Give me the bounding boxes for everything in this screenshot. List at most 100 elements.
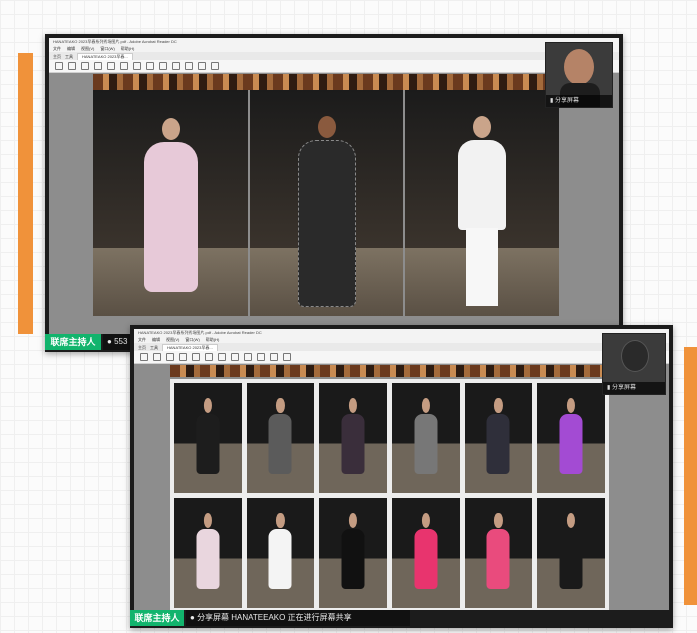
print-icon[interactable] — [153, 353, 161, 361]
page-down-icon[interactable] — [205, 353, 213, 361]
look-garment — [414, 413, 438, 475]
page-down-icon[interactable] — [120, 62, 128, 70]
menu-file[interactable]: 文件 — [138, 337, 146, 343]
look-thumbnail — [464, 383, 533, 493]
camera-label-text: 分享屏幕 — [611, 385, 636, 391]
look-garment — [268, 413, 292, 475]
microphone-icon: ● — [107, 337, 112, 346]
look-model-head — [203, 398, 212, 413]
menu-view[interactable]: 视图(V) — [166, 337, 179, 343]
mail-icon[interactable] — [81, 62, 89, 70]
document-page-area — [49, 74, 619, 334]
look-thumbnail — [392, 498, 460, 608]
look-thumbnail — [319, 383, 387, 493]
menu-help[interactable]: 帮助(H) — [121, 46, 135, 52]
look-model-head — [567, 398, 576, 413]
look-thumbnail — [392, 383, 460, 493]
hand-tool-icon[interactable] — [231, 353, 239, 361]
look-garment — [196, 413, 220, 475]
zoom-in-icon[interactable] — [172, 62, 180, 70]
look-thumbnail — [319, 498, 387, 608]
look-thumbnail — [246, 383, 315, 493]
hand-tool-icon[interactable] — [146, 62, 154, 70]
comment-icon[interactable] — [198, 62, 206, 70]
share-status-text: 分享屏幕 HANATEEAKO 正在进行屏幕共享 — [197, 613, 352, 622]
look-garment — [559, 528, 583, 590]
tab-document[interactable]: HANATEAKO 2023早春... — [77, 53, 133, 60]
pdf-viewer: HANATEAKO 2023早春系列秀场图片.pdf - Adobe Acrob… — [49, 38, 619, 334]
runway-look — [143, 142, 198, 292]
fit-page-icon[interactable] — [185, 62, 193, 70]
look-model-head — [494, 513, 503, 528]
look-thumbnail — [174, 498, 242, 608]
host-badge: 联席主持人 — [130, 610, 184, 626]
runway-photo-1 — [93, 90, 248, 316]
window-title: HANATEAKO 2023早春系列秀场图片.pdf - Adobe Acrob… — [134, 329, 669, 337]
pdf-viewer: HANATEAKO 2023早春系列秀场图片.pdf - Adobe Acrob… — [134, 329, 669, 610]
toolbar — [49, 60, 619, 73]
camera-label-text: 分享屏幕 — [554, 98, 579, 104]
host-badge: 联席主持人 — [45, 334, 101, 350]
menu-window[interactable]: 窗口(W) — [100, 46, 114, 52]
fit-page-icon[interactable] — [270, 353, 278, 361]
menu-edit[interactable]: 编辑 — [152, 337, 160, 343]
look-grid — [174, 383, 605, 608]
select-tool-icon[interactable] — [218, 353, 226, 361]
share-status-bar: ● 分享屏幕 HANATEEAKO 正在进行屏幕共享 — [186, 610, 410, 626]
save-icon[interactable] — [55, 62, 63, 70]
page-up-icon[interactable] — [107, 62, 115, 70]
look-thumbnail — [174, 383, 242, 493]
look-model-head — [494, 398, 503, 413]
look-thumbnail — [464, 498, 533, 608]
page-up-icon[interactable] — [192, 353, 200, 361]
look-model-head — [421, 513, 430, 528]
menu-file[interactable]: 文件 — [53, 46, 61, 52]
accent-bar-left — [18, 53, 33, 334]
tab-row: 主页 工具 HANATEAKO 2023早春... — [134, 343, 669, 351]
zoom-out-icon[interactable] — [159, 62, 167, 70]
look-garment — [486, 528, 510, 590]
look-garment — [268, 528, 292, 590]
decorative-strip — [170, 365, 609, 377]
look-garment — [414, 528, 438, 590]
runway-photo-3 — [405, 90, 559, 316]
camera-label: ▮ 分享屏幕 — [546, 95, 612, 107]
look-model-head — [276, 398, 285, 413]
save-icon[interactable] — [140, 353, 148, 361]
tab-home[interactable]: 主页 — [138, 345, 146, 351]
camera-thumbnail[interactable]: ▮ 分享屏幕 — [545, 42, 613, 108]
share-status-text: 553 — [114, 337, 128, 346]
comment-icon[interactable] — [283, 353, 291, 361]
screenshare-window-back: HANATEAKO 2023早春系列秀场图片.pdf - Adobe Acrob… — [45, 34, 623, 352]
accent-bar-right — [684, 347, 697, 605]
menu-view[interactable]: 视图(V) — [81, 46, 94, 52]
menu-window[interactable]: 窗口(W) — [185, 337, 199, 343]
look-model-head — [421, 398, 430, 413]
camera-label: ▮ 分享屏幕 — [603, 382, 665, 394]
runway-photo-2 — [250, 90, 403, 316]
tab-row: 主页 工具 HANATEAKO 2023早春... — [49, 52, 619, 60]
highlight-icon[interactable] — [211, 62, 219, 70]
decorative-strip — [93, 74, 575, 90]
search-icon[interactable] — [94, 62, 102, 70]
zoom-in-icon[interactable] — [257, 353, 265, 361]
look-model-head — [567, 513, 576, 528]
camera-thumbnail[interactable]: ▮ 分享屏幕 — [602, 333, 666, 395]
menu-edit[interactable]: 编辑 — [67, 46, 75, 52]
look-model-head — [276, 513, 285, 528]
look-garment — [341, 413, 365, 475]
print-icon[interactable] — [68, 62, 76, 70]
tab-home[interactable]: 主页 — [53, 54, 61, 60]
zoom-out-icon[interactable] — [244, 353, 252, 361]
mail-icon[interactable] — [166, 353, 174, 361]
tab-document[interactable]: HANATEAKO 2023早春... — [162, 344, 218, 351]
select-tool-icon[interactable] — [133, 62, 141, 70]
document-page-area — [134, 365, 669, 610]
look-thumbnail — [537, 383, 605, 493]
menu-help[interactable]: 帮助(H) — [206, 337, 220, 343]
toolbar — [134, 351, 669, 364]
tab-tools[interactable]: 工具 — [150, 345, 158, 351]
tab-tools[interactable]: 工具 — [65, 54, 73, 60]
search-icon[interactable] — [179, 353, 187, 361]
look-model-head — [349, 398, 358, 413]
